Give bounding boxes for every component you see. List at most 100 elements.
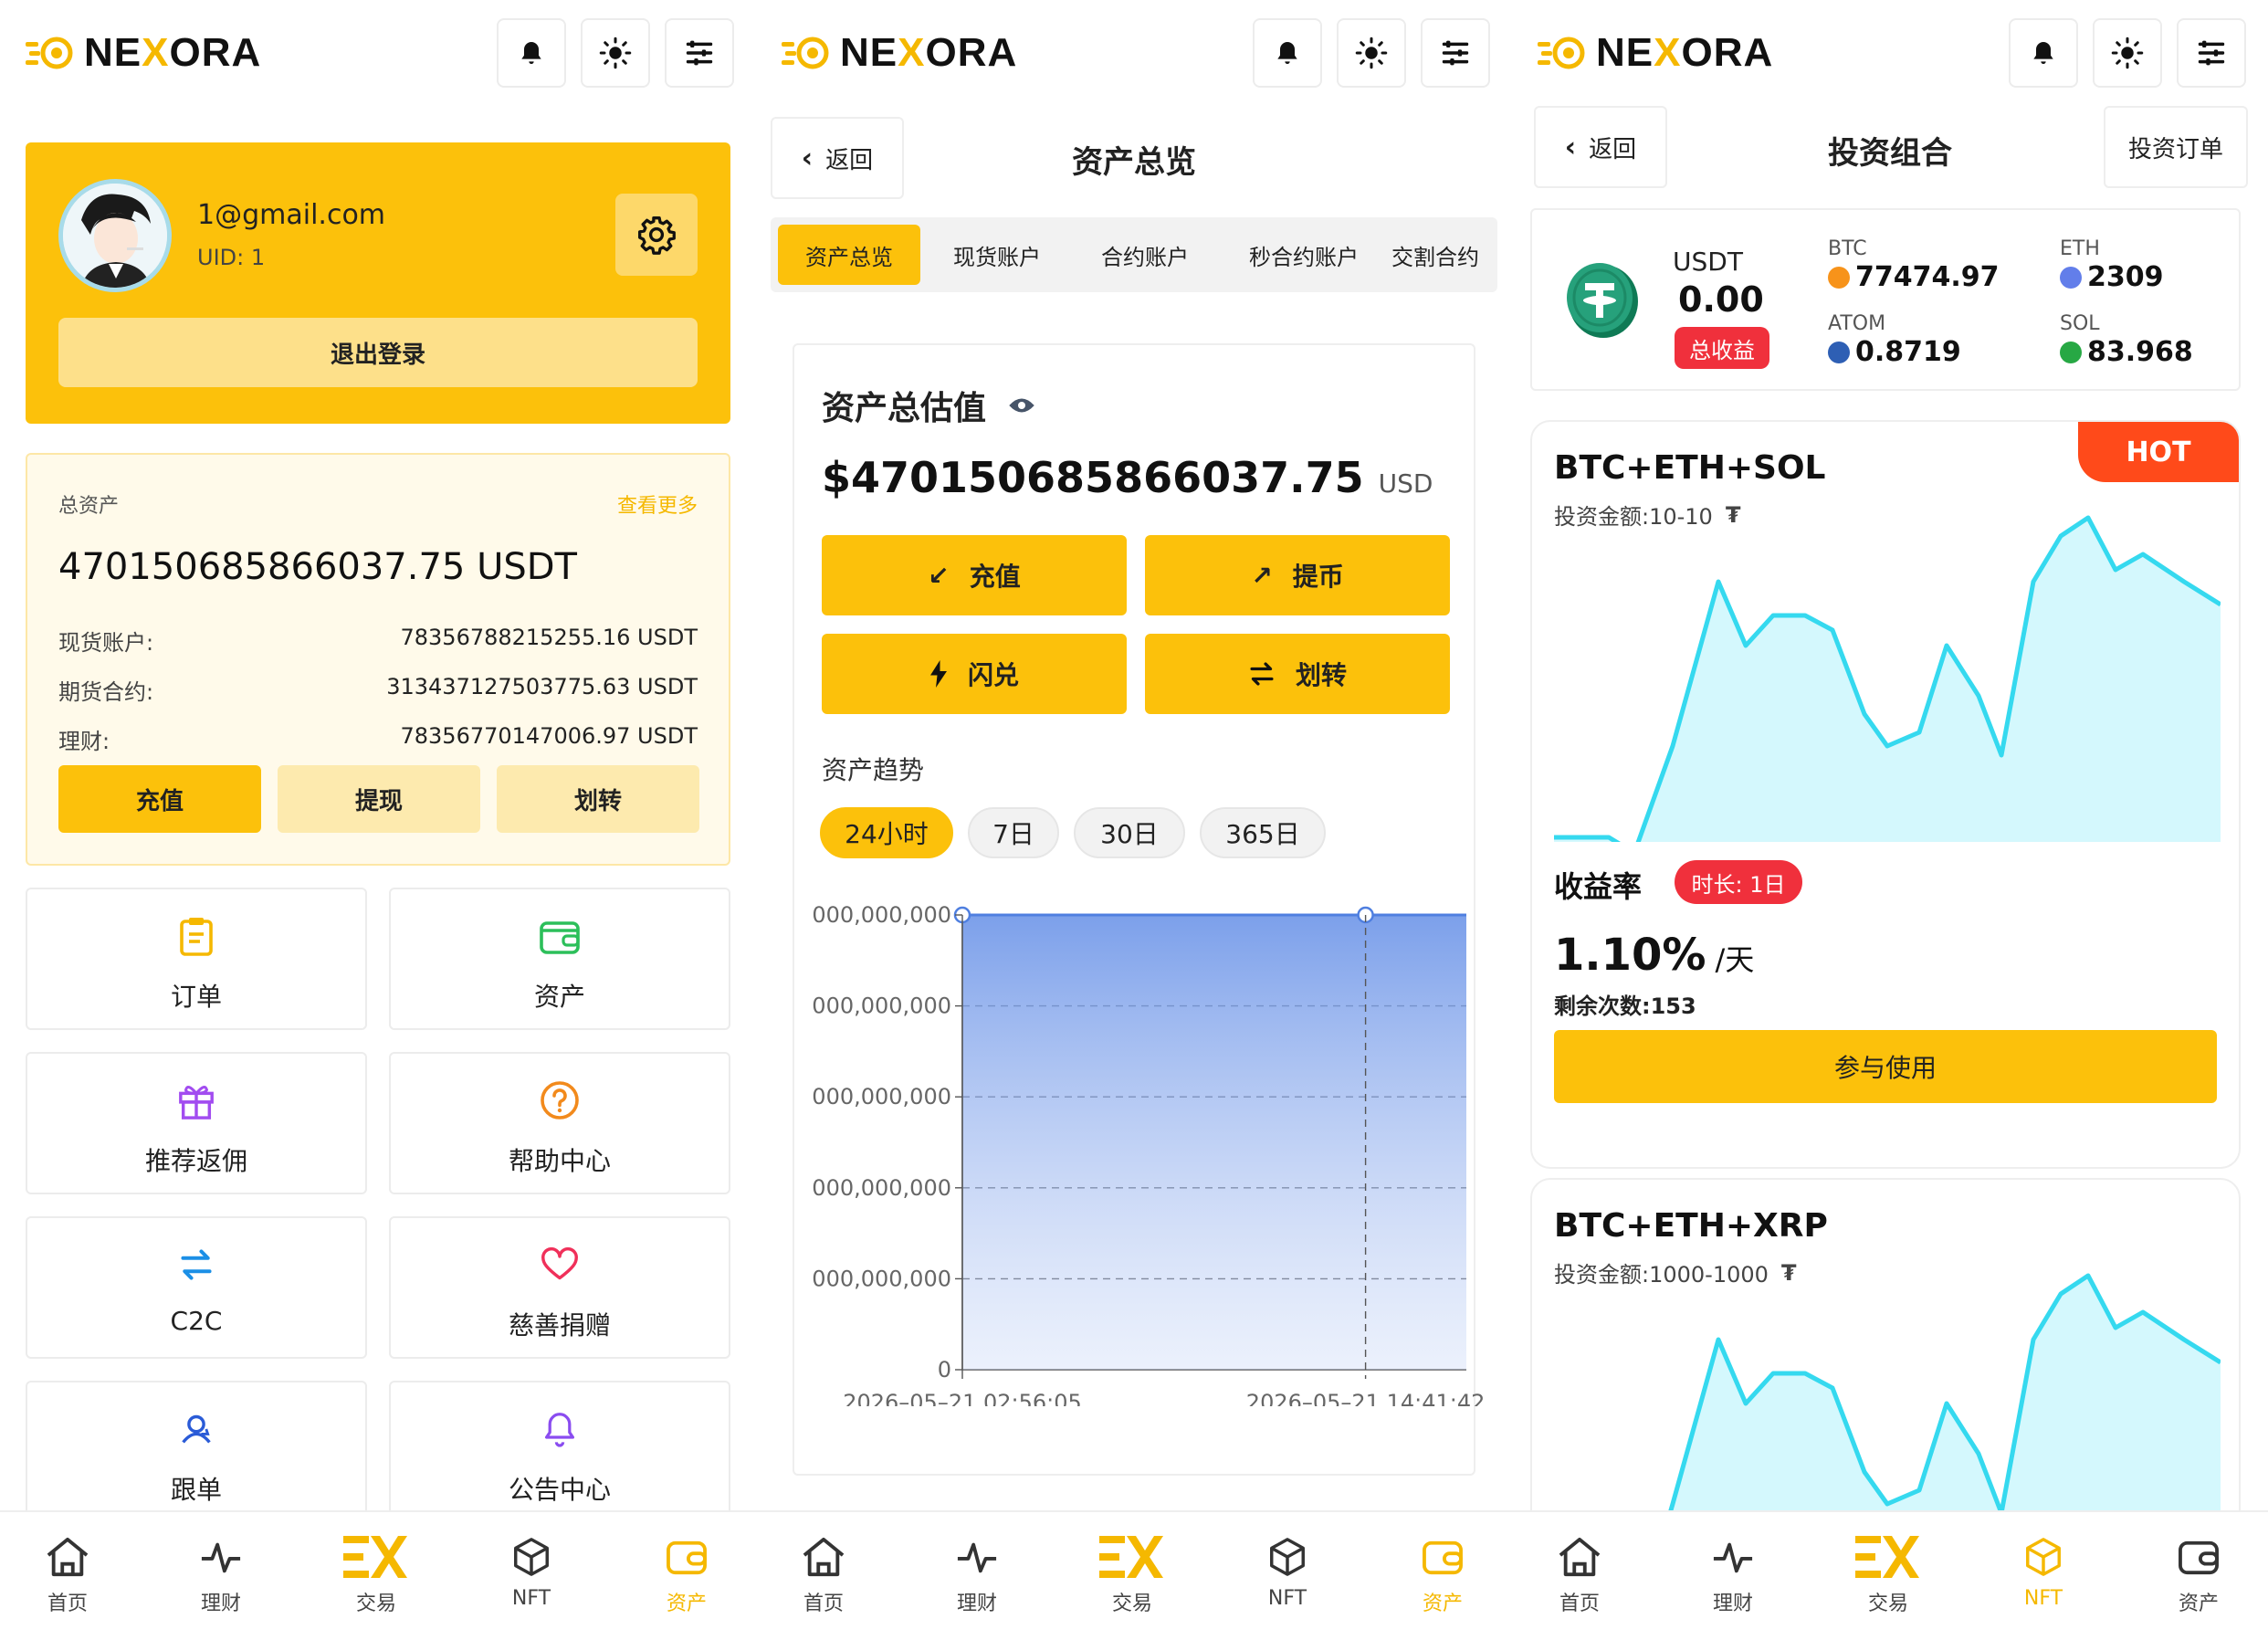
menu-tile-orders[interactable]: 订单 <box>26 888 367 1030</box>
menu-tile-label: C2C <box>170 1306 223 1336</box>
tab-finance[interactable]: 理财 <box>922 1530 1032 1616</box>
tab-assets[interactable]: 资产 <box>2144 1530 2253 1616</box>
view-more-link[interactable]: 查看更多 <box>617 489 698 519</box>
logout-button[interactable]: 退出登录 <box>58 318 698 387</box>
menu-tile-copy-trade[interactable]: 跟单 <box>26 1381 367 1523</box>
brand-logo[interactable]: NEXORA <box>26 27 261 79</box>
coin-value-sol: 83.968 <box>2060 336 2193 368</box>
tab-trade[interactable]: 交易 <box>1077 1530 1187 1616</box>
tab-label: NFT <box>511 1587 551 1610</box>
coin-name: SOL <box>2060 312 2100 335</box>
tab-trade[interactable]: 交易 <box>321 1530 431 1616</box>
gear-icon <box>638 216 676 255</box>
settings-button[interactable] <box>615 194 698 276</box>
subtab-contract[interactable]: 合约账户 <box>1074 225 1216 285</box>
withdraw-label: 提币 <box>1292 562 1344 592</box>
brand-name: NEXORA <box>1596 30 1774 75</box>
theme-toggle-button[interactable] <box>581 18 650 88</box>
notification-button[interactable] <box>1253 18 1322 88</box>
transfer-button[interactable]: 划转 <box>1145 634 1450 714</box>
range-30d[interactable]: 30日 <box>1074 807 1185 858</box>
range-7d[interactable]: 7日 <box>968 807 1059 858</box>
spot-account-value: 78356788215255.16 USDT <box>400 625 698 650</box>
brand-logo[interactable]: NEXORA <box>782 27 1017 79</box>
menu-tile-help[interactable]: 帮助中心 <box>389 1052 730 1194</box>
menu-settings-button[interactable] <box>2177 18 2246 88</box>
tab-home[interactable]: 首页 <box>13 1530 122 1616</box>
tab-nft[interactable]: NFT <box>1989 1530 2098 1610</box>
sun-icon <box>599 37 632 69</box>
logo-icon <box>1538 35 1587 71</box>
menu-tile-assets[interactable]: 资产 <box>389 888 730 1030</box>
usdt-value: 0.00 <box>1678 279 1764 320</box>
copy-trade-icon <box>173 1406 219 1452</box>
futures-label: 期货合约: <box>58 679 154 705</box>
wallet-icon <box>2144 1530 2253 1583</box>
avatar[interactable] <box>58 179 172 292</box>
asset-trend-chart[interactable]: 100,000,000,000,000 80,000,000,000,000 60,… <box>811 895 1486 1406</box>
tab-home[interactable]: 首页 <box>769 1530 878 1616</box>
investment-card[interactable]: HOT BTC+ETH+SOL 投资金额:10-10 ₮ 收益率 时长: 1日 1… <box>1530 420 2241 1169</box>
menu-settings-button[interactable] <box>665 18 734 88</box>
usdt-label: USDT <box>1673 247 1743 277</box>
tab-finance[interactable]: 理财 <box>1678 1530 1788 1616</box>
subtab-delivery[interactable]: 交割合约 <box>1391 225 1497 285</box>
spot-account-label: 现货账户: <box>58 630 154 656</box>
menu-tile-announcements[interactable]: 公告中心 <box>389 1381 730 1523</box>
arrow-down-left-icon: ↙ <box>928 560 950 591</box>
arrow-up-right-icon: ↗ <box>1251 560 1273 591</box>
transfer-button[interactable]: 划转 <box>497 765 699 833</box>
brand-name: NEXORA <box>840 30 1018 75</box>
range-365d[interactable]: 365日 <box>1200 807 1326 858</box>
participate-button[interactable]: 参与使用 <box>1554 1030 2217 1103</box>
subtab-overview[interactable]: 资产总览 <box>778 225 920 285</box>
brand-logo[interactable]: NEXORA <box>1538 27 1773 79</box>
range-24h[interactable]: 24小时 <box>820 807 953 858</box>
sun-icon <box>1355 37 1388 69</box>
subtab-second-contract[interactable]: 秒合约账户 <box>1222 225 1386 285</box>
notification-button[interactable] <box>2009 18 2078 88</box>
tab-assets[interactable]: 资产 <box>1388 1530 1497 1616</box>
tab-trade[interactable]: 交易 <box>1833 1530 1943 1616</box>
investment-orders-button[interactable]: 投资订单 <box>2104 106 2248 188</box>
notification-button[interactable] <box>497 18 566 88</box>
withdraw-button[interactable]: 提现 <box>278 765 480 833</box>
tab-finance[interactable]: 理财 <box>166 1530 276 1616</box>
tab-nft[interactable]: NFT <box>477 1530 586 1610</box>
futures-value: 313437127503775.63 USDT <box>386 674 698 699</box>
total-assets-label: 总资产 <box>58 495 120 518</box>
menu-tile-charity[interactable]: 慈善捐赠 <box>389 1216 730 1359</box>
tab-label: 首页 <box>803 1593 844 1615</box>
flash-swap-label: 闪兑 <box>967 660 1019 690</box>
flash-swap-button[interactable]: 闪兑 <box>822 634 1127 714</box>
announcement-bell-icon <box>537 1406 583 1452</box>
tab-assets[interactable]: 资产 <box>632 1530 741 1616</box>
pulse-icon <box>166 1530 276 1583</box>
estimate-unit: USD <box>1378 468 1433 499</box>
tab-home[interactable]: 首页 <box>1525 1530 1634 1616</box>
menu-tile-label: 订单 <box>170 982 222 1012</box>
wallet-icon <box>1388 1530 1497 1583</box>
tab-label: 资产 <box>2178 1593 2219 1615</box>
exchange-icon <box>321 1530 431 1583</box>
holdings-card: USDT 0.00 总收益 BTC 77474.97 ETH 2309 ATOM… <box>1530 208 2241 391</box>
eye-icon[interactable] <box>1008 395 1035 415</box>
tab-label: 资产 <box>1422 1593 1463 1615</box>
menu-settings-button[interactable] <box>1421 18 1490 88</box>
deposit-button[interactable]: ↙ 充值 <box>822 535 1127 615</box>
deposit-button[interactable]: 充值 <box>58 765 261 833</box>
subtab-spot[interactable]: 现货账户 <box>926 225 1068 285</box>
investment-card[interactable]: BTC+ETH+XRP 投资金额:1000-1000 ₮ <box>1530 1178 2241 1543</box>
user-email: 1@gmail.com <box>197 199 386 231</box>
menu-tile-c2c[interactable]: C2C <box>26 1216 367 1359</box>
total-profit-badge[interactable]: 总收益 <box>1675 327 1769 369</box>
theme-toggle-button[interactable] <box>2093 18 2162 88</box>
logo-icon <box>26 35 75 71</box>
asset-overview-panel: NEXORA ‹ 返回 资产总览 资产总览 现货账户 合约账户 秒合约账户 交割… <box>756 0 1512 1640</box>
wealth-label: 理财: <box>58 729 110 754</box>
withdraw-button[interactable]: ↗ 提币 <box>1145 535 1450 615</box>
menu-tile-referral[interactable]: 推荐返佣 <box>26 1052 367 1194</box>
tab-nft[interactable]: NFT <box>1233 1530 1342 1610</box>
theme-toggle-button[interactable] <box>1337 18 1406 88</box>
wallet-icon <box>537 913 583 959</box>
